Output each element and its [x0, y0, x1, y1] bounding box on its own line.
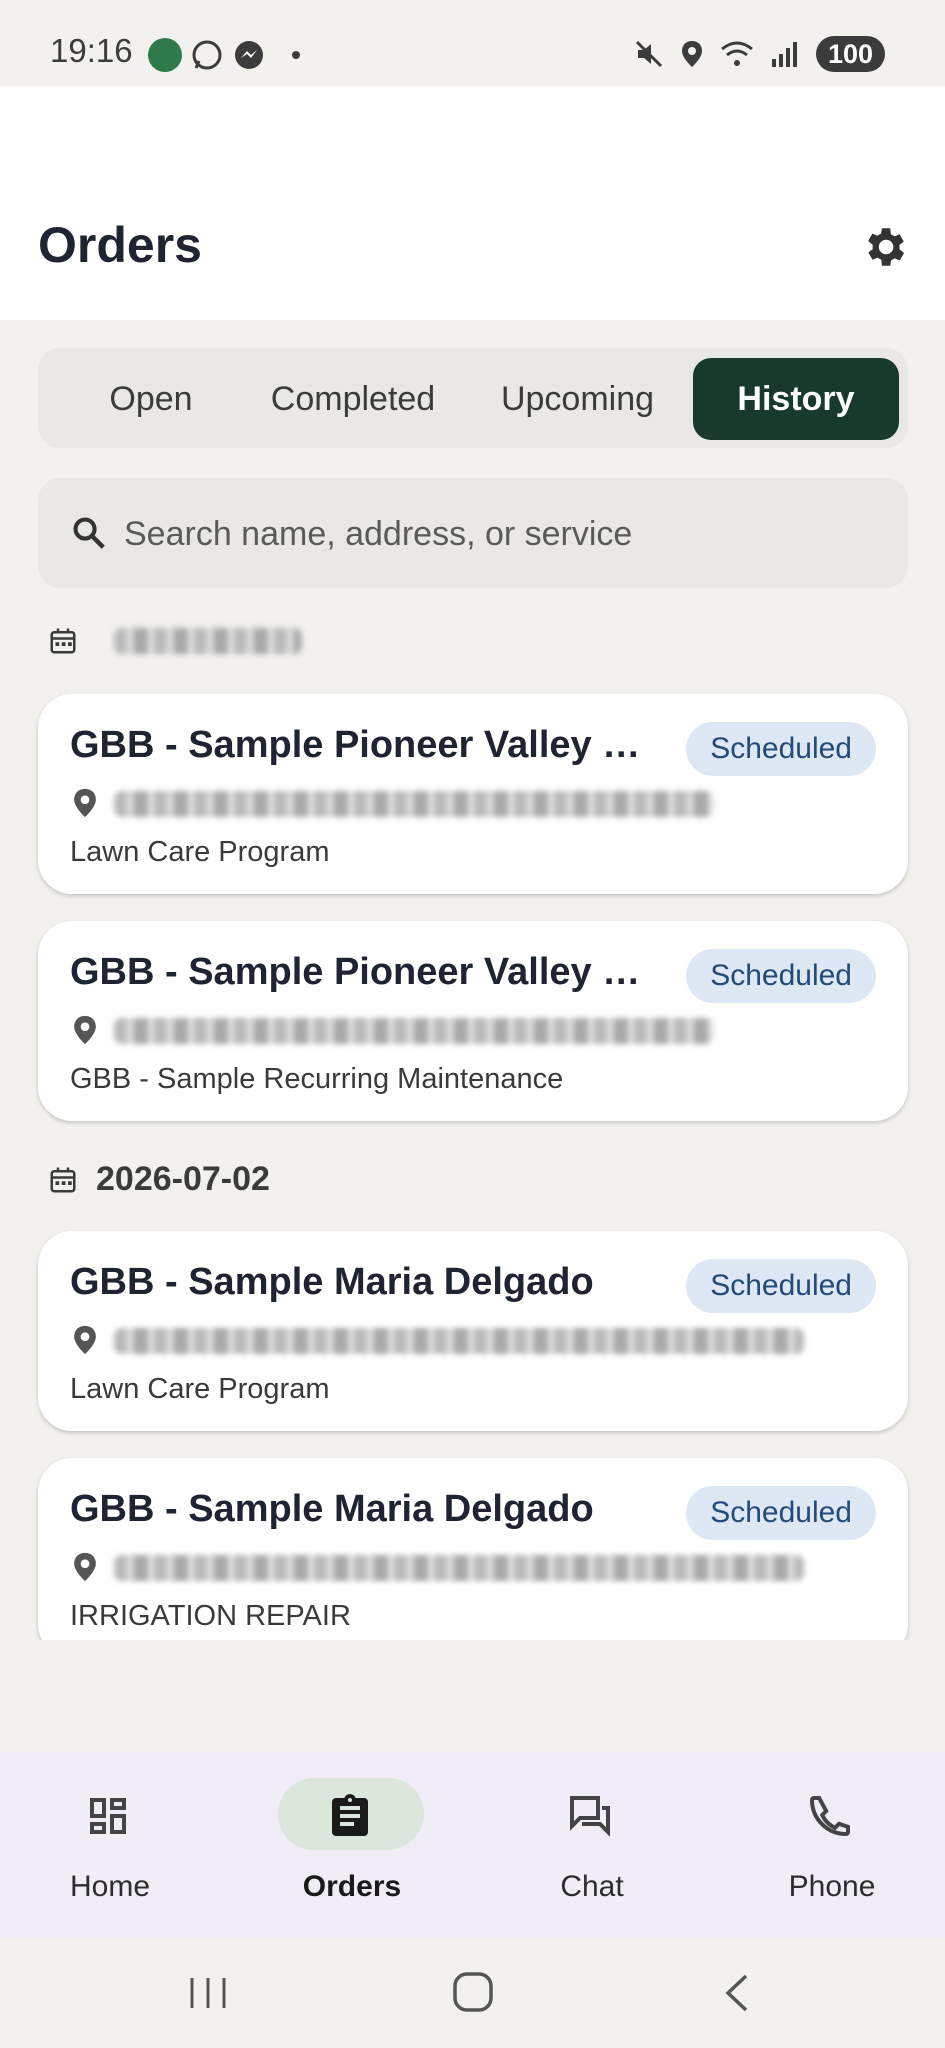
dashboard-icon: [90, 1798, 126, 1834]
nav-label: Home: [69, 1870, 151, 1903]
system-nav-bar: [0, 1938, 945, 2048]
tab-history[interactable]: History: [693, 358, 899, 440]
recent-apps-icon[interactable]: [178, 1968, 238, 2018]
battery-level: 100: [815, 36, 885, 72]
order-service: GBB - Sample Recurring Maintenance: [70, 1063, 564, 1095]
location-icon: [681, 41, 702, 67]
redacted-address: [114, 1555, 804, 1581]
search-input[interactable]: [122, 500, 886, 568]
redacted-address: [114, 791, 714, 817]
signal-icon: [771, 42, 797, 67]
order-card[interactable]: GBB - Sample Pioneer Valley D... Schedul…: [38, 921, 908, 1121]
order-card[interactable]: GBB - Sample Maria Delgado Scheduled Law…: [38, 1231, 908, 1431]
whatsapp-icon: [192, 40, 222, 70]
status-time: 19:16: [50, 32, 133, 69]
notification-dot-icon: [292, 51, 300, 59]
calendar-icon: [50, 1167, 76, 1192]
order-title: GBB - Sample Pioneer Valley D...: [70, 951, 650, 993]
order-title: GBB - Sample Maria Delgado: [70, 1261, 594, 1303]
nav-label: Chat: [560, 1870, 624, 1903]
location-pin-icon: [74, 1015, 96, 1045]
redacted-address: [114, 1328, 804, 1354]
status-badge: Scheduled: [686, 949, 876, 1003]
date-header: [48, 626, 302, 656]
messenger-icon: [235, 41, 263, 69]
group-date: 2026-07-02: [96, 1160, 270, 1198]
nav-label: Phone: [788, 1870, 876, 1903]
status-badge: Scheduled: [686, 1486, 876, 1540]
redacted-date: [114, 628, 302, 654]
tab-upcoming[interactable]: Upcoming: [490, 358, 665, 440]
status-bar: 19:16 100: [0, 0, 945, 86]
back-icon[interactable]: [708, 1968, 768, 2018]
tab-completed[interactable]: Completed: [263, 358, 443, 440]
date-header: 2026-07-02: [48, 1160, 270, 1199]
calendar-icon: [50, 628, 76, 654]
nav-home[interactable]: Home: [20, 1778, 200, 1918]
status-badge: Scheduled: [686, 1259, 876, 1313]
phone-icon: [809, 1796, 850, 1837]
order-card[interactable]: GBB - Sample Maria Delgado Scheduled IRR…: [38, 1458, 908, 1658]
redacted-address: [114, 1018, 714, 1044]
order-service: Lawn Care Program: [70, 836, 330, 868]
tab-open[interactable]: Open: [66, 358, 236, 440]
order-title: GBB - Sample Pioneer Valley D...: [70, 724, 650, 766]
order-tabs: Open Completed Upcoming History: [38, 348, 908, 448]
order-title: GBB - Sample Maria Delgado: [70, 1488, 594, 1530]
wifi-icon: [721, 41, 753, 66]
order-card[interactable]: GBB - Sample Pioneer Valley D... Schedul…: [38, 694, 908, 894]
gear-icon[interactable]: [859, 222, 909, 272]
home-button-icon[interactable]: [443, 1968, 503, 2018]
search-icon: [73, 517, 105, 549]
nav-label: Orders: [302, 1870, 402, 1903]
clipboard-icon: [332, 1794, 368, 1836]
bottom-nav: Home Orders Chat Phone: [0, 1752, 945, 1938]
nav-chat[interactable]: Chat: [502, 1778, 682, 1918]
search-bar: [38, 478, 908, 588]
page-title: Orders: [38, 217, 202, 273]
leaf-app-icon: [148, 38, 182, 72]
list-scroll-clip: [0, 1640, 945, 1750]
chat-icon: [570, 1796, 610, 1837]
nav-orders[interactable]: Orders: [262, 1778, 442, 1918]
location-pin-icon: [74, 1325, 96, 1355]
order-service: IRRIGATION REPAIR: [70, 1600, 351, 1632]
app-header: [0, 86, 945, 320]
status-badge: Scheduled: [686, 722, 876, 776]
nav-phone[interactable]: Phone: [742, 1778, 922, 1918]
status-indicators: 100: [634, 36, 885, 72]
status-app-icons: [148, 38, 300, 72]
location-pin-icon: [74, 1552, 96, 1582]
mute-icon: [635, 40, 662, 68]
location-pin-icon: [74, 788, 96, 818]
order-service: Lawn Care Program: [70, 1373, 330, 1405]
